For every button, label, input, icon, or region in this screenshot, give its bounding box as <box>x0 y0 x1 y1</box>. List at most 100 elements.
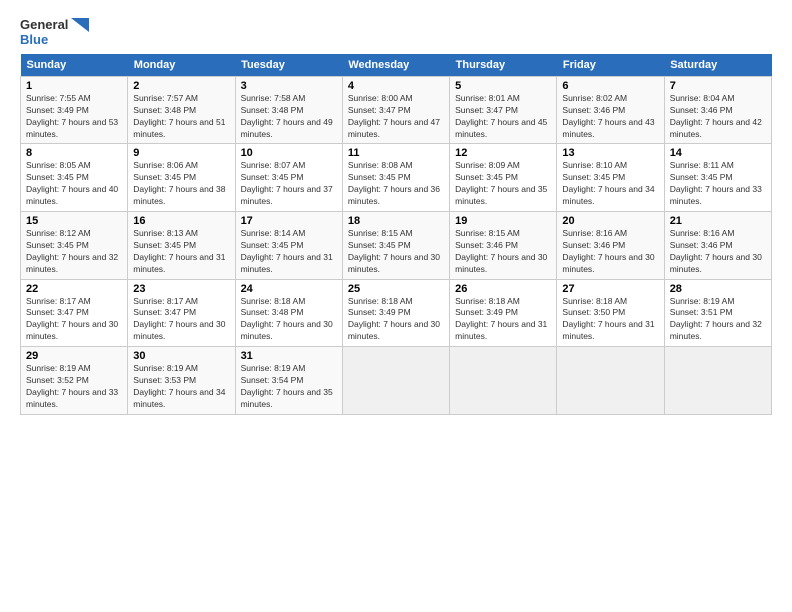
calendar-cell: 30Sunrise: 8:19 AMSunset: 3:53 PMDayligh… <box>128 347 235 415</box>
calendar-cell: 11Sunrise: 8:08 AMSunset: 3:45 PMDayligh… <box>342 144 449 212</box>
day-info: Sunrise: 8:16 AMSunset: 3:46 PMDaylight:… <box>562 228 654 274</box>
logo-general: General <box>20 18 68 33</box>
day-info: Sunrise: 8:12 AMSunset: 3:45 PMDaylight:… <box>26 228 118 274</box>
day-number: 29 <box>26 350 122 362</box>
calendar-cell: 6Sunrise: 8:02 AMSunset: 3:46 PMDaylight… <box>557 76 664 144</box>
day-info: Sunrise: 8:18 AMSunset: 3:48 PMDaylight:… <box>241 296 333 342</box>
calendar-cell: 28Sunrise: 8:19 AMSunset: 3:51 PMDayligh… <box>664 279 771 347</box>
day-number: 4 <box>348 80 444 92</box>
day-number: 22 <box>26 283 122 295</box>
day-number: 17 <box>241 215 337 227</box>
calendar-cell: 27Sunrise: 8:18 AMSunset: 3:50 PMDayligh… <box>557 279 664 347</box>
day-info: Sunrise: 8:15 AMSunset: 3:46 PMDaylight:… <box>455 228 547 274</box>
calendar-cell: 4Sunrise: 8:00 AMSunset: 3:47 PMDaylight… <box>342 76 449 144</box>
header: General Blue <box>20 18 772 48</box>
day-number: 23 <box>133 283 229 295</box>
day-number: 6 <box>562 80 658 92</box>
calendar-cell: 23Sunrise: 8:17 AMSunset: 3:47 PMDayligh… <box>128 279 235 347</box>
day-info: Sunrise: 8:14 AMSunset: 3:45 PMDaylight:… <box>241 228 333 274</box>
day-number: 1 <box>26 80 122 92</box>
day-info: Sunrise: 8:18 AMSunset: 3:49 PMDaylight:… <box>348 296 440 342</box>
header-cell-saturday: Saturday <box>664 54 771 77</box>
calendar-row: 29Sunrise: 8:19 AMSunset: 3:52 PMDayligh… <box>21 347 772 415</box>
header-cell-monday: Monday <box>128 54 235 77</box>
calendar-cell: 21Sunrise: 8:16 AMSunset: 3:46 PMDayligh… <box>664 212 771 280</box>
calendar-cell: 15Sunrise: 8:12 AMSunset: 3:45 PMDayligh… <box>21 212 128 280</box>
day-info: Sunrise: 8:13 AMSunset: 3:45 PMDaylight:… <box>133 228 225 274</box>
day-number: 7 <box>670 80 766 92</box>
day-number: 13 <box>562 147 658 159</box>
day-number: 16 <box>133 215 229 227</box>
day-number: 8 <box>26 147 122 159</box>
day-info: Sunrise: 7:55 AMSunset: 3:49 PMDaylight:… <box>26 93 118 139</box>
calendar-cell: 2Sunrise: 7:57 AMSunset: 3:48 PMDaylight… <box>128 76 235 144</box>
day-info: Sunrise: 7:57 AMSunset: 3:48 PMDaylight:… <box>133 93 225 139</box>
calendar-cell: 1Sunrise: 7:55 AMSunset: 3:49 PMDaylight… <box>21 76 128 144</box>
day-info: Sunrise: 8:09 AMSunset: 3:45 PMDaylight:… <box>455 160 547 206</box>
day-info: Sunrise: 8:08 AMSunset: 3:45 PMDaylight:… <box>348 160 440 206</box>
calendar-cell: 26Sunrise: 8:18 AMSunset: 3:49 PMDayligh… <box>450 279 557 347</box>
calendar-cell: 14Sunrise: 8:11 AMSunset: 3:45 PMDayligh… <box>664 144 771 212</box>
day-number: 18 <box>348 215 444 227</box>
calendar-row: 15Sunrise: 8:12 AMSunset: 3:45 PMDayligh… <box>21 212 772 280</box>
logo-blue: Blue <box>20 33 48 48</box>
day-info: Sunrise: 8:06 AMSunset: 3:45 PMDaylight:… <box>133 160 225 206</box>
calendar-table: SundayMondayTuesdayWednesdayThursdayFrid… <box>20 54 772 415</box>
calendar-cell <box>342 347 449 415</box>
header-cell-thursday: Thursday <box>450 54 557 77</box>
day-number: 25 <box>348 283 444 295</box>
header-cell-friday: Friday <box>557 54 664 77</box>
day-info: Sunrise: 8:07 AMSunset: 3:45 PMDaylight:… <box>241 160 333 206</box>
day-info: Sunrise: 8:19 AMSunset: 3:52 PMDaylight:… <box>26 363 118 409</box>
calendar-cell: 19Sunrise: 8:15 AMSunset: 3:46 PMDayligh… <box>450 212 557 280</box>
day-info: Sunrise: 8:01 AMSunset: 3:47 PMDaylight:… <box>455 93 547 139</box>
calendar-cell: 16Sunrise: 8:13 AMSunset: 3:45 PMDayligh… <box>128 212 235 280</box>
day-number: 11 <box>348 147 444 159</box>
calendar-cell: 17Sunrise: 8:14 AMSunset: 3:45 PMDayligh… <box>235 212 342 280</box>
logo: General Blue <box>20 18 89 48</box>
calendar-cell: 18Sunrise: 8:15 AMSunset: 3:45 PMDayligh… <box>342 212 449 280</box>
day-number: 5 <box>455 80 551 92</box>
calendar-cell: 3Sunrise: 7:58 AMSunset: 3:48 PMDaylight… <box>235 76 342 144</box>
day-info: Sunrise: 8:05 AMSunset: 3:45 PMDaylight:… <box>26 160 118 206</box>
day-info: Sunrise: 8:00 AMSunset: 3:47 PMDaylight:… <box>348 93 440 139</box>
day-info: Sunrise: 8:19 AMSunset: 3:53 PMDaylight:… <box>133 363 225 409</box>
calendar-cell: 7Sunrise: 8:04 AMSunset: 3:46 PMDaylight… <box>664 76 771 144</box>
calendar-cell <box>557 347 664 415</box>
day-number: 9 <box>133 147 229 159</box>
calendar-cell: 8Sunrise: 8:05 AMSunset: 3:45 PMDaylight… <box>21 144 128 212</box>
day-number: 3 <box>241 80 337 92</box>
day-info: Sunrise: 8:15 AMSunset: 3:45 PMDaylight:… <box>348 228 440 274</box>
page: General Blue SundayMondayTuesdayWednesda… <box>0 0 792 612</box>
day-number: 24 <box>241 283 337 295</box>
calendar-cell: 25Sunrise: 8:18 AMSunset: 3:49 PMDayligh… <box>342 279 449 347</box>
calendar-cell: 31Sunrise: 8:19 AMSunset: 3:54 PMDayligh… <box>235 347 342 415</box>
calendar-cell: 22Sunrise: 8:17 AMSunset: 3:47 PMDayligh… <box>21 279 128 347</box>
calendar-row: 1Sunrise: 7:55 AMSunset: 3:49 PMDaylight… <box>21 76 772 144</box>
calendar-cell: 20Sunrise: 8:16 AMSunset: 3:46 PMDayligh… <box>557 212 664 280</box>
day-number: 19 <box>455 215 551 227</box>
day-info: Sunrise: 8:11 AMSunset: 3:45 PMDaylight:… <box>670 160 762 206</box>
day-number: 26 <box>455 283 551 295</box>
day-info: Sunrise: 8:10 AMSunset: 3:45 PMDaylight:… <box>562 160 654 206</box>
logo-arrow-icon <box>71 18 89 32</box>
day-info: Sunrise: 8:02 AMSunset: 3:46 PMDaylight:… <box>562 93 654 139</box>
day-info: Sunrise: 8:18 AMSunset: 3:49 PMDaylight:… <box>455 296 547 342</box>
header-cell-wednesday: Wednesday <box>342 54 449 77</box>
day-info: Sunrise: 8:04 AMSunset: 3:46 PMDaylight:… <box>670 93 762 139</box>
day-number: 12 <box>455 147 551 159</box>
header-cell-tuesday: Tuesday <box>235 54 342 77</box>
day-info: Sunrise: 8:16 AMSunset: 3:46 PMDaylight:… <box>670 228 762 274</box>
day-number: 15 <box>26 215 122 227</box>
day-number: 28 <box>670 283 766 295</box>
calendar-cell: 5Sunrise: 8:01 AMSunset: 3:47 PMDaylight… <box>450 76 557 144</box>
day-number: 31 <box>241 350 337 362</box>
day-number: 14 <box>670 147 766 159</box>
calendar-cell: 29Sunrise: 8:19 AMSunset: 3:52 PMDayligh… <box>21 347 128 415</box>
calendar-cell: 13Sunrise: 8:10 AMSunset: 3:45 PMDayligh… <box>557 144 664 212</box>
day-number: 30 <box>133 350 229 362</box>
day-info: Sunrise: 8:17 AMSunset: 3:47 PMDaylight:… <box>26 296 118 342</box>
day-info: Sunrise: 8:19 AMSunset: 3:51 PMDaylight:… <box>670 296 762 342</box>
day-info: Sunrise: 8:19 AMSunset: 3:54 PMDaylight:… <box>241 363 333 409</box>
calendar-cell <box>664 347 771 415</box>
